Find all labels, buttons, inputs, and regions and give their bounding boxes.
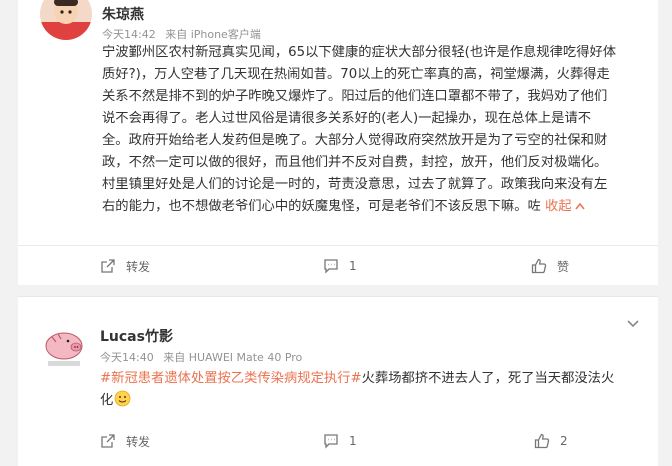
avatar[interactable] (38, 319, 90, 371)
comment-time: 今天14:40 (100, 351, 154, 364)
comment-text-segment: 化 (100, 393, 114, 408)
author-name[interactable]: 朱琼燕 (102, 4, 144, 24)
comment-icon (324, 434, 338, 449)
comment-text-line: 宁波鄞州区农村新冠真实见闻，65以下健康的症状大部分很轻(也许是作息规律吃得好体 (102, 45, 617, 60)
action-bar: 转发 1 2 (18, 426, 658, 456)
comment-text-line: 化 (100, 390, 648, 412)
comment-text-line: 全。政府开始给老人发药但是晚了。大部分人觉得政府突然放开是为了亏空的社保和财 (102, 133, 608, 148)
comment-text: #新冠患者遗体处置按乙类传染病规定执行#火葬场都挤不进去人了，死了当天都没法火 … (100, 368, 648, 412)
forward-button[interactable]: 转发 (100, 426, 150, 456)
comment-text-line: 村里镇里好处是人们的讨论是一时的，苛责没意思，过去了就算了。政策我向来没有左 (102, 177, 608, 192)
chevron-up-icon (575, 202, 585, 210)
more-options-button[interactable] (626, 315, 640, 329)
comment-text-tail: 右的能力，也不想做老爷们心中的妖魔鬼怪，可是老爷们不该反思下嘛。咗 (102, 199, 541, 214)
comment-meta: 今天14:42 来自 iPhone客户端 (102, 26, 261, 42)
comment-card-2: Lucas竹影 今天14:40 来自 HUAWEI Mate 40 Pro #新… (18, 296, 658, 466)
hashtag-link[interactable]: #新冠患者遗体处置按乙类传染病规定执行# (100, 371, 362, 386)
comment-card-1: 朱琼燕 今天14:42 来自 iPhone客户端 宁波鄞州区农村新冠真实见闻，6… (18, 0, 658, 285)
forward-icon (101, 434, 115, 448)
comment-text-line: 关系不然是排不到的炉子昨晚又爆炸了。阳过后的他们连口罩都不带了，我妈劝了他们 (102, 89, 608, 104)
forward-button[interactable]: 转发 (100, 251, 150, 281)
comment-text-line: 质好?)，万人空巷了几天现在热闹如昔。70以上的死亡率真的高，祠堂爆满，火葬得走 (102, 67, 610, 82)
collapse-label: 收起 (545, 199, 572, 214)
comment-button[interactable]: 1 (323, 251, 357, 281)
collapse-button[interactable]: 收起 (545, 199, 585, 214)
comment-text-line: 右的能力，也不想做老爷们心中的妖魔鬼怪，可是老爷们不该反思下嘛。咗 收起 (102, 196, 650, 218)
comment-text: 宁波鄞州区农村新冠真实见闻，65以下健康的症状大部分很轻(也许是作息规律吃得好体… (102, 42, 650, 218)
comment-text-line: 说不会再得了。老人过世风俗是请很多关系好的(老人)一起操办，现在总体上是请不 (102, 111, 592, 126)
like-count: 2 (560, 434, 568, 448)
comment-icon (324, 259, 338, 274)
comment-source: 来自 iPhone客户端 (165, 28, 261, 41)
comment-text-segment: 火葬场都挤不进去人了，死了当天都没法火 (361, 371, 615, 386)
like-label: 赞 (557, 259, 570, 274)
comment-count: 1 (349, 434, 357, 448)
comment-time: 今天14:42 (102, 28, 156, 41)
author-name[interactable]: Lucas竹影 (100, 326, 173, 346)
forward-label: 转发 (126, 259, 151, 274)
action-bar: 转发 1 赞 (18, 251, 658, 281)
forward-label: 转发 (126, 434, 151, 449)
chevron-down-icon (627, 320, 639, 328)
divider (18, 245, 658, 246)
comment-source: 来自 HUAWEI Mate 40 Pro (163, 351, 303, 364)
comment-meta: 今天14:40 来自 HUAWEI Mate 40 Pro (100, 349, 302, 365)
comment-text-line: #新冠患者遗体处置按乙类传染病规定执行#火葬场都挤不进去人了，死了当天都没法火 (100, 368, 648, 390)
comment-text-line: 政，不然一定可以做的很好，而且他们并不反对自费，封控，放开，他们反对极端化。 (102, 155, 608, 170)
like-button[interactable]: 赞 (531, 251, 569, 281)
like-button[interactable]: 2 (534, 426, 568, 456)
comment-count: 1 (349, 259, 357, 273)
avatar[interactable] (40, 0, 92, 40)
emoji-smile-icon (114, 390, 131, 407)
like-icon (531, 258, 547, 274)
forward-icon (101, 259, 115, 273)
like-icon (534, 433, 550, 449)
comment-button[interactable]: 1 (323, 426, 357, 456)
